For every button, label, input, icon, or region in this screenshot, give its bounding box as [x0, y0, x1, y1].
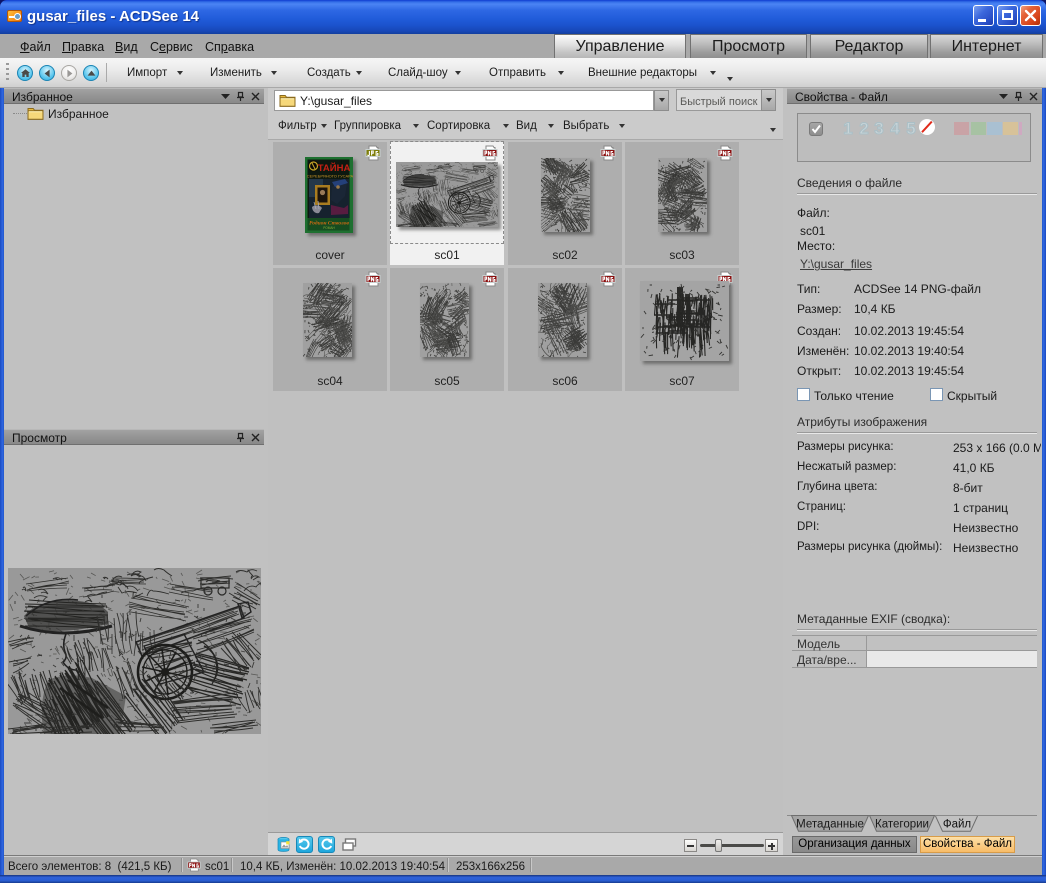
svg-text:СЕРЕБРЯНОГО ГУСАРА: СЕРЕБРЯНОГО ГУСАРА [307, 174, 353, 179]
svg-text:3: 3 [875, 119, 884, 136]
svg-text:Файл: Файл [943, 819, 971, 831]
svg-text:Категории: Категории [875, 819, 929, 831]
svg-text:4: 4 [890, 119, 900, 136]
svg-text:РОМАН: РОМАН [323, 226, 335, 230]
svg-text:1: 1 [843, 119, 852, 136]
svg-text:Метаданные: Метаданные [796, 819, 864, 831]
svg-text:5: 5 [906, 119, 915, 136]
svg-text:ТАЙНА: ТАЙНА [318, 162, 351, 174]
svg-text:2: 2 [859, 119, 868, 136]
